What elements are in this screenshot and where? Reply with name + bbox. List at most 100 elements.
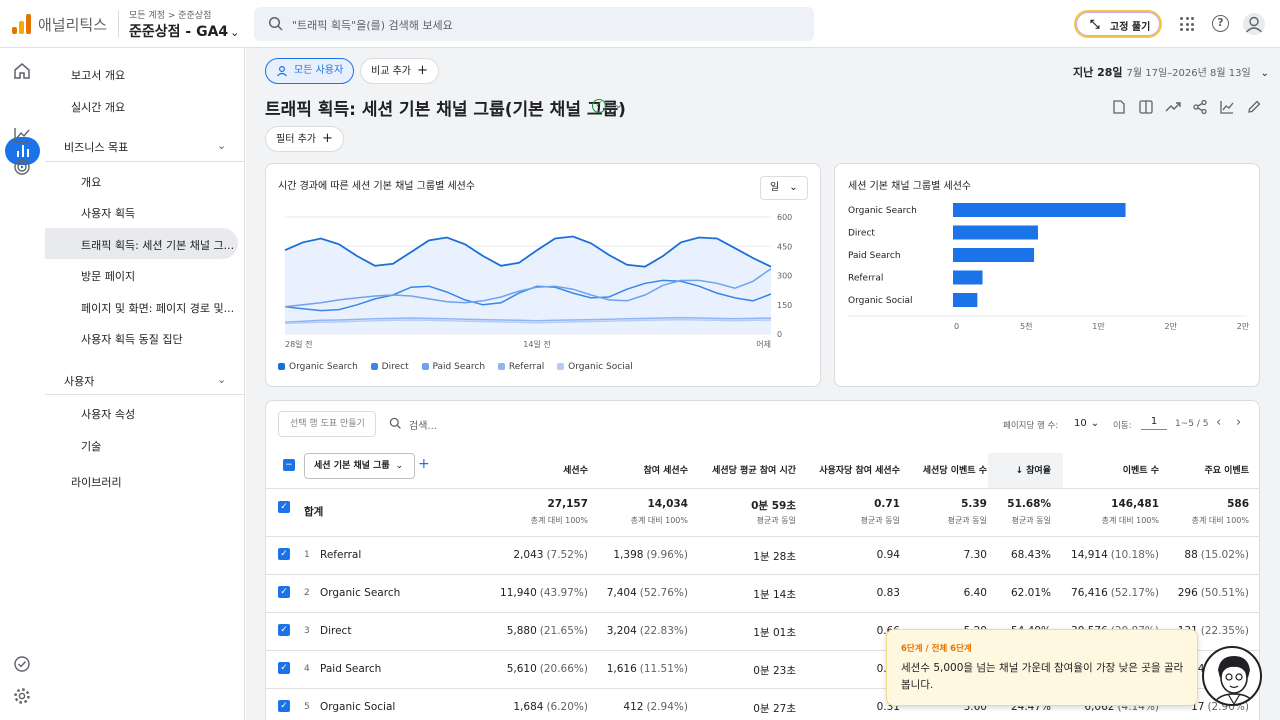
- search-bar[interactable]: "트래픽 획득"을(를) 검색해 보세요: [254, 7, 814, 41]
- line-chart-card: 시간 경과에 따른 세션 기본 채널 그룹별 세션수 일 ⌄ 600 450 300 1…: [265, 163, 821, 387]
- row-channel-name[interactable]: Organic Search: [320, 587, 400, 599]
- goto-page-input[interactable]: 1: [1141, 416, 1167, 430]
- chevron-left-icon[interactable]: ‹: [1216, 415, 1221, 430]
- column-header[interactable]: 참여 세션수: [598, 463, 688, 476]
- row-checkbox[interactable]: ✓: [278, 586, 290, 598]
- column-header[interactable]: 세션당 이벤트 수: [907, 463, 987, 476]
- nav-section-user[interactable]: 사용자: [64, 373, 94, 389]
- column-header[interactable]: 이벤트 수: [1069, 463, 1159, 476]
- column-header[interactable]: 세션당 평균 참여 시간: [696, 463, 796, 476]
- nav-user-attributes[interactable]: 사용자 속성: [81, 406, 135, 422]
- divider: [266, 574, 1259, 575]
- breadcrumb[interactable]: 모든 계정 > 준준상점: [129, 8, 211, 21]
- granularity-dropdown[interactable]: 일 ⌄: [760, 176, 808, 200]
- totals-cell: 51.68%: [1007, 498, 1051, 510]
- nav-section-business[interactable]: 비즈니스 목표: [64, 139, 128, 155]
- insights-icon[interactable]: [1165, 99, 1181, 115]
- nav-landing-page[interactable]: 방문 페이지: [81, 268, 135, 284]
- table-search-input[interactable]: 검색...: [409, 417, 437, 432]
- column-header[interactable]: 세션수: [508, 463, 588, 476]
- legend-item[interactable]: Organic Search: [278, 362, 358, 372]
- unpin-button[interactable]: ⤡ 고정 풀기: [1074, 10, 1162, 38]
- home-icon[interactable]: [12, 61, 32, 81]
- x-tick-label: 1만: [1092, 322, 1105, 331]
- bar[interactable]: [953, 248, 1035, 262]
- cell-value: 1,398: [613, 549, 644, 561]
- nav-traffic-acquisition[interactable]: 트래픽 획득: 세션 기본 채널 그...: [81, 237, 234, 253]
- add-dimension-button[interactable]: +: [418, 456, 430, 472]
- trend-icon[interactable]: [1219, 99, 1235, 115]
- legend-item[interactable]: Referral: [497, 362, 544, 372]
- granularity-value: 일: [770, 182, 780, 193]
- bar[interactable]: [953, 293, 978, 307]
- nav-reports-overview[interactable]: 보고서 개요: [71, 67, 125, 83]
- compare-icon[interactable]: [1138, 99, 1154, 115]
- x-tick-label: 5천: [1020, 321, 1032, 331]
- bar[interactable]: [953, 225, 1038, 240]
- legend-item[interactable]: Direct: [370, 362, 409, 372]
- legend-item[interactable]: Paid Search: [421, 362, 485, 372]
- cell-value: 68.43%: [1010, 549, 1051, 561]
- analytics-logo-icon[interactable]: [12, 14, 32, 34]
- row-channel-name[interactable]: Paid Search: [320, 663, 381, 675]
- nav-realtime-overview[interactable]: 실시간 개요: [71, 99, 125, 115]
- row-checkbox[interactable]: ✓: [278, 700, 290, 712]
- explore-icon[interactable]: [12, 125, 32, 145]
- row-checkbox[interactable]: ✓: [278, 548, 290, 560]
- column-header[interactable]: 사용자당 참여 세션수: [800, 463, 900, 476]
- nav-pages-screens[interactable]: 페이지 및 화면: 페이지 경로 및...: [81, 300, 234, 316]
- legend-item[interactable]: Organic Social: [557, 362, 633, 372]
- nav-business-overview[interactable]: 개요: [81, 174, 101, 190]
- apps-grid-icon[interactable]: [1180, 17, 1194, 31]
- chevron-down-icon[interactable]: ⌄: [217, 373, 226, 386]
- nav-user-acquisition[interactable]: 사용자 획득: [81, 205, 135, 221]
- add-comparison-button[interactable]: 비교 추가 +: [360, 58, 439, 84]
- edit-pencil-icon[interactable]: [1246, 99, 1262, 115]
- row-checkbox[interactable]: ✓: [278, 624, 290, 636]
- nav-tech[interactable]: 기술: [81, 438, 101, 454]
- dimension-dropdown[interactable]: 세션 기본 채널 그룹 ⌄: [304, 453, 415, 479]
- check-circle-icon[interactable]: [12, 654, 32, 674]
- avatar[interactable]: [1243, 13, 1265, 35]
- table-cell: 1분 01초: [676, 625, 796, 640]
- line-chart[interactable]: 600 450 300 150 0 28일 전 14일 전 어제: [266, 204, 822, 354]
- segment-chip-all-users[interactable]: 모든 사용자: [265, 58, 355, 84]
- row-channel-name[interactable]: Referral: [320, 549, 361, 561]
- column-header[interactable]: ↓ 참여율: [991, 463, 1051, 476]
- bar-chart[interactable]: Organic Search Direct Paid Search Referral O…: [835, 194, 1261, 344]
- table-cell: 0.94: [780, 549, 900, 561]
- property-selector[interactable]: 준준상점 - GA4 ⌄: [129, 21, 239, 41]
- assistant-avatar[interactable]: [1202, 646, 1262, 706]
- chevron-right-icon[interactable]: ›: [1236, 415, 1241, 430]
- advertising-icon[interactable]: [12, 157, 32, 177]
- row-channel-name[interactable]: Direct: [320, 625, 351, 637]
- create-chart-button[interactable]: 선택 행 도표 만들기: [278, 411, 376, 437]
- table-cell: 0.31: [780, 701, 900, 713]
- share-icon[interactable]: [1192, 99, 1208, 115]
- row-channel-name[interactable]: Organic Social: [320, 701, 395, 713]
- nav-library[interactable]: 라이브러리: [71, 474, 122, 490]
- column-header[interactable]: 주요 이벤트: [1169, 463, 1249, 476]
- row-checkbox[interactable]: ✓: [278, 501, 290, 513]
- add-filter-button[interactable]: 필터 추가 +: [265, 126, 344, 152]
- bar[interactable]: [953, 270, 983, 285]
- column-header-label: 사용자당 참여 세션수: [819, 466, 900, 476]
- divider: [45, 394, 245, 395]
- cell-value: 7,404: [606, 587, 637, 599]
- select-all-checkbox[interactable]: −: [283, 459, 295, 471]
- row-checkbox[interactable]: ✓: [278, 662, 290, 674]
- chevron-down-icon[interactable]: ⌄: [217, 139, 226, 152]
- date-range-picker[interactable]: 지난 28일 7월 17일–2026년 8월 13일 ⌄: [1073, 64, 1269, 80]
- chevron-down-icon: ⌄: [395, 461, 404, 471]
- app-name[interactable]: 애널리틱스: [38, 14, 107, 35]
- report-icon[interactable]: [1111, 99, 1127, 115]
- nav-acquisition-cohort[interactable]: 사용자 획득 동질 집단: [81, 331, 183, 347]
- bar[interactable]: [953, 203, 1126, 217]
- rows-per-page-select[interactable]: 10 ⌄: [1074, 418, 1099, 429]
- help-icon[interactable]: ?: [1212, 15, 1229, 32]
- gear-icon[interactable]: [12, 686, 32, 706]
- check-circle-icon[interactable]: ✓: [592, 99, 606, 113]
- table-cell: 14,914 (10.18%): [1049, 549, 1159, 561]
- column-header-label: 세션수: [563, 466, 588, 476]
- chevron-down-icon[interactable]: ⌄: [614, 98, 623, 111]
